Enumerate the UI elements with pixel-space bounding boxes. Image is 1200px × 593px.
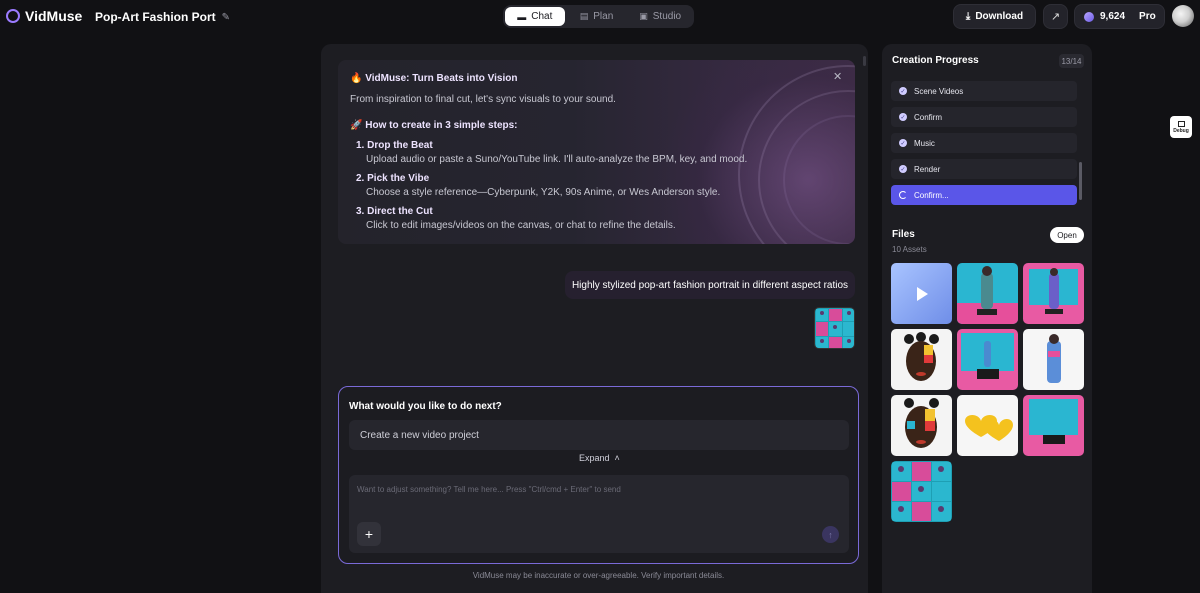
tab-plan-label: Plan <box>593 11 614 22</box>
chat-scrollbar[interactable] <box>863 56 866 66</box>
user-message: Highly stylized pop-art fashion portrait… <box>565 271 855 299</box>
file-thumbnail[interactable] <box>891 461 952 522</box>
progress-title: Creation Progress <box>892 55 979 66</box>
download-label: Download <box>975 11 1024 22</box>
message-input-box: + ↑ <box>349 475 849 553</box>
progress-item-label: Render <box>914 164 941 174</box>
plan-icon: ▤ <box>579 11 589 21</box>
coin-icon <box>1084 11 1094 22</box>
step-description: Choose a style reference—Cyberpunk, Y2K,… <box>366 187 721 198</box>
check-icon: ✓ <box>899 113 907 121</box>
file-thumbnail[interactable] <box>1023 395 1084 456</box>
expand-label: Expand <box>579 453 610 463</box>
logo-icon <box>6 9 20 23</box>
check-icon: ✓ <box>899 139 907 147</box>
file-thumbnail-video[interactable] <box>891 263 952 324</box>
plan-label: Pro <box>1139 11 1156 22</box>
step-heading: 1. Drop the Beat <box>356 140 433 151</box>
share-button[interactable]: ↗ <box>1043 4 1068 29</box>
play-icon <box>917 287 928 301</box>
file-thumbnail[interactable] <box>957 263 1018 324</box>
progress-item-label: Music <box>914 138 935 148</box>
open-files-button[interactable]: Open <box>1050 227 1084 243</box>
attachment-thumbnail[interactable] <box>814 307 855 349</box>
progress-item-label: Confirm <box>914 112 943 122</box>
credits-badge[interactable]: 9,624 Pro <box>1074 4 1165 29</box>
step-item: 1. Drop the Beat Upload audio or paste a… <box>356 140 747 165</box>
download-icon: ⤓ <box>965 11 971 22</box>
check-icon: ✓ <box>899 165 907 173</box>
chat-icon: ▬ <box>517 11 527 22</box>
file-thumbnail[interactable] <box>957 395 1018 456</box>
tab-studio[interactable]: ▣ Studio <box>628 7 692 26</box>
intro-card: ✕ 🔥 VidMuse: Turn Beats into Vision From… <box>338 60 855 244</box>
progress-item-confirm-active[interactable]: Confirm... <box>891 185 1077 205</box>
studio-icon: ▣ <box>639 11 648 21</box>
debug-button[interactable]: Debug <box>1170 116 1192 138</box>
progress-item-confirm[interactable]: ✓ Confirm <box>891 107 1077 127</box>
step-heading: 3. Direct the Cut <box>356 206 433 217</box>
file-thumbnail[interactable] <box>1023 263 1084 324</box>
top-bar: VidMuse Pop-Art Fashion Port ✎ ▬ Chat ▤ … <box>0 0 1200 36</box>
external-link-icon: ↗ <box>1050 11 1061 23</box>
intro-subtitle: From inspiration to final cut, let's syn… <box>350 94 616 105</box>
tab-plan[interactable]: ▤ Plan <box>567 7 627 26</box>
project-title-text: Pop-Art Fashion Port <box>95 10 216 24</box>
mode-switcher: ▬ Chat ▤ Plan ▣ Studio <box>503 5 694 28</box>
disclaimer: VidMuse may be inaccurate or over-agreea… <box>472 571 725 580</box>
progress-item-label: Scene Videos <box>914 86 964 96</box>
intro-title: 🔥 VidMuse: Turn Beats into Vision <box>350 73 517 84</box>
progress-item-music[interactable]: ✓ Music <box>891 133 1077 153</box>
file-thumbnail[interactable] <box>891 395 952 456</box>
composer: What would you like to do next? Create a… <box>338 386 859 564</box>
intro-how-title: 🚀 How to create in 3 simple steps: <box>350 120 518 131</box>
file-thumbnail[interactable] <box>1023 329 1084 390</box>
download-button[interactable]: ⤓ Download <box>953 4 1036 29</box>
intro-how-text: How to create in 3 simple steps: <box>365 120 518 131</box>
intro-title-text: VidMuse: Turn Beats into Vision <box>365 73 518 84</box>
expand-button[interactable]: Expand ˄ <box>579 453 620 463</box>
debug-label: Debug <box>1173 127 1189 134</box>
step-item: 3. Direct the Cut Click to edit images/v… <box>356 206 676 231</box>
edit-icon[interactable]: ✎ <box>222 12 230 23</box>
progress-scrollbar[interactable] <box>1079 162 1082 200</box>
tab-studio-label: Studio <box>652 11 682 22</box>
close-icon[interactable]: ✕ <box>833 70 842 83</box>
step-description: Click to edit images/videos on the canva… <box>366 220 676 231</box>
rocket-icon: 🚀 <box>350 120 363 131</box>
tab-chat[interactable]: ▬ Chat <box>505 7 565 26</box>
send-button[interactable]: ↑ <box>822 526 839 543</box>
spinner-icon <box>899 191 907 199</box>
app-name: VidMuse <box>25 8 83 24</box>
avatar[interactable] <box>1172 5 1194 27</box>
files-title: Files <box>892 229 915 240</box>
app-logo[interactable]: VidMuse <box>6 8 82 24</box>
files-count: 10 Assets <box>892 245 927 254</box>
step-heading: 2. Pick the Vibe <box>356 173 430 184</box>
step-item: 2. Pick the Vibe Choose a style referenc… <box>356 173 720 198</box>
chevron-up-icon: ˄ <box>614 453 620 463</box>
step-description: Upload audio or paste a Suno/YouTube lin… <box>366 154 748 165</box>
plus-icon: + <box>364 526 374 542</box>
file-thumbnail[interactable] <box>957 329 1018 390</box>
progress-count: 13/14 <box>1059 54 1084 68</box>
progress-item-scene-videos[interactable]: ✓ Scene Videos <box>891 81 1077 101</box>
add-attachment-button[interactable]: + <box>357 522 381 546</box>
credits-value: 9,624 <box>1100 11 1126 22</box>
debug-icon <box>1177 120 1185 127</box>
suggestion-chip[interactable]: Create a new video project <box>349 420 849 450</box>
check-icon: ✓ <box>899 87 907 95</box>
arrow-up-icon: ↑ <box>828 529 833 540</box>
progress-item-render[interactable]: ✓ Render <box>891 159 1077 179</box>
tab-chat-label: Chat <box>531 11 553 22</box>
message-input[interactable] <box>357 485 837 505</box>
project-title[interactable]: Pop-Art Fashion Port ✎ <box>95 10 230 24</box>
composer-question: What would you like to do next? <box>349 401 502 412</box>
fire-icon: 🔥 <box>350 73 363 84</box>
progress-item-label: Confirm... <box>914 190 949 200</box>
file-thumbnail[interactable] <box>891 329 952 390</box>
